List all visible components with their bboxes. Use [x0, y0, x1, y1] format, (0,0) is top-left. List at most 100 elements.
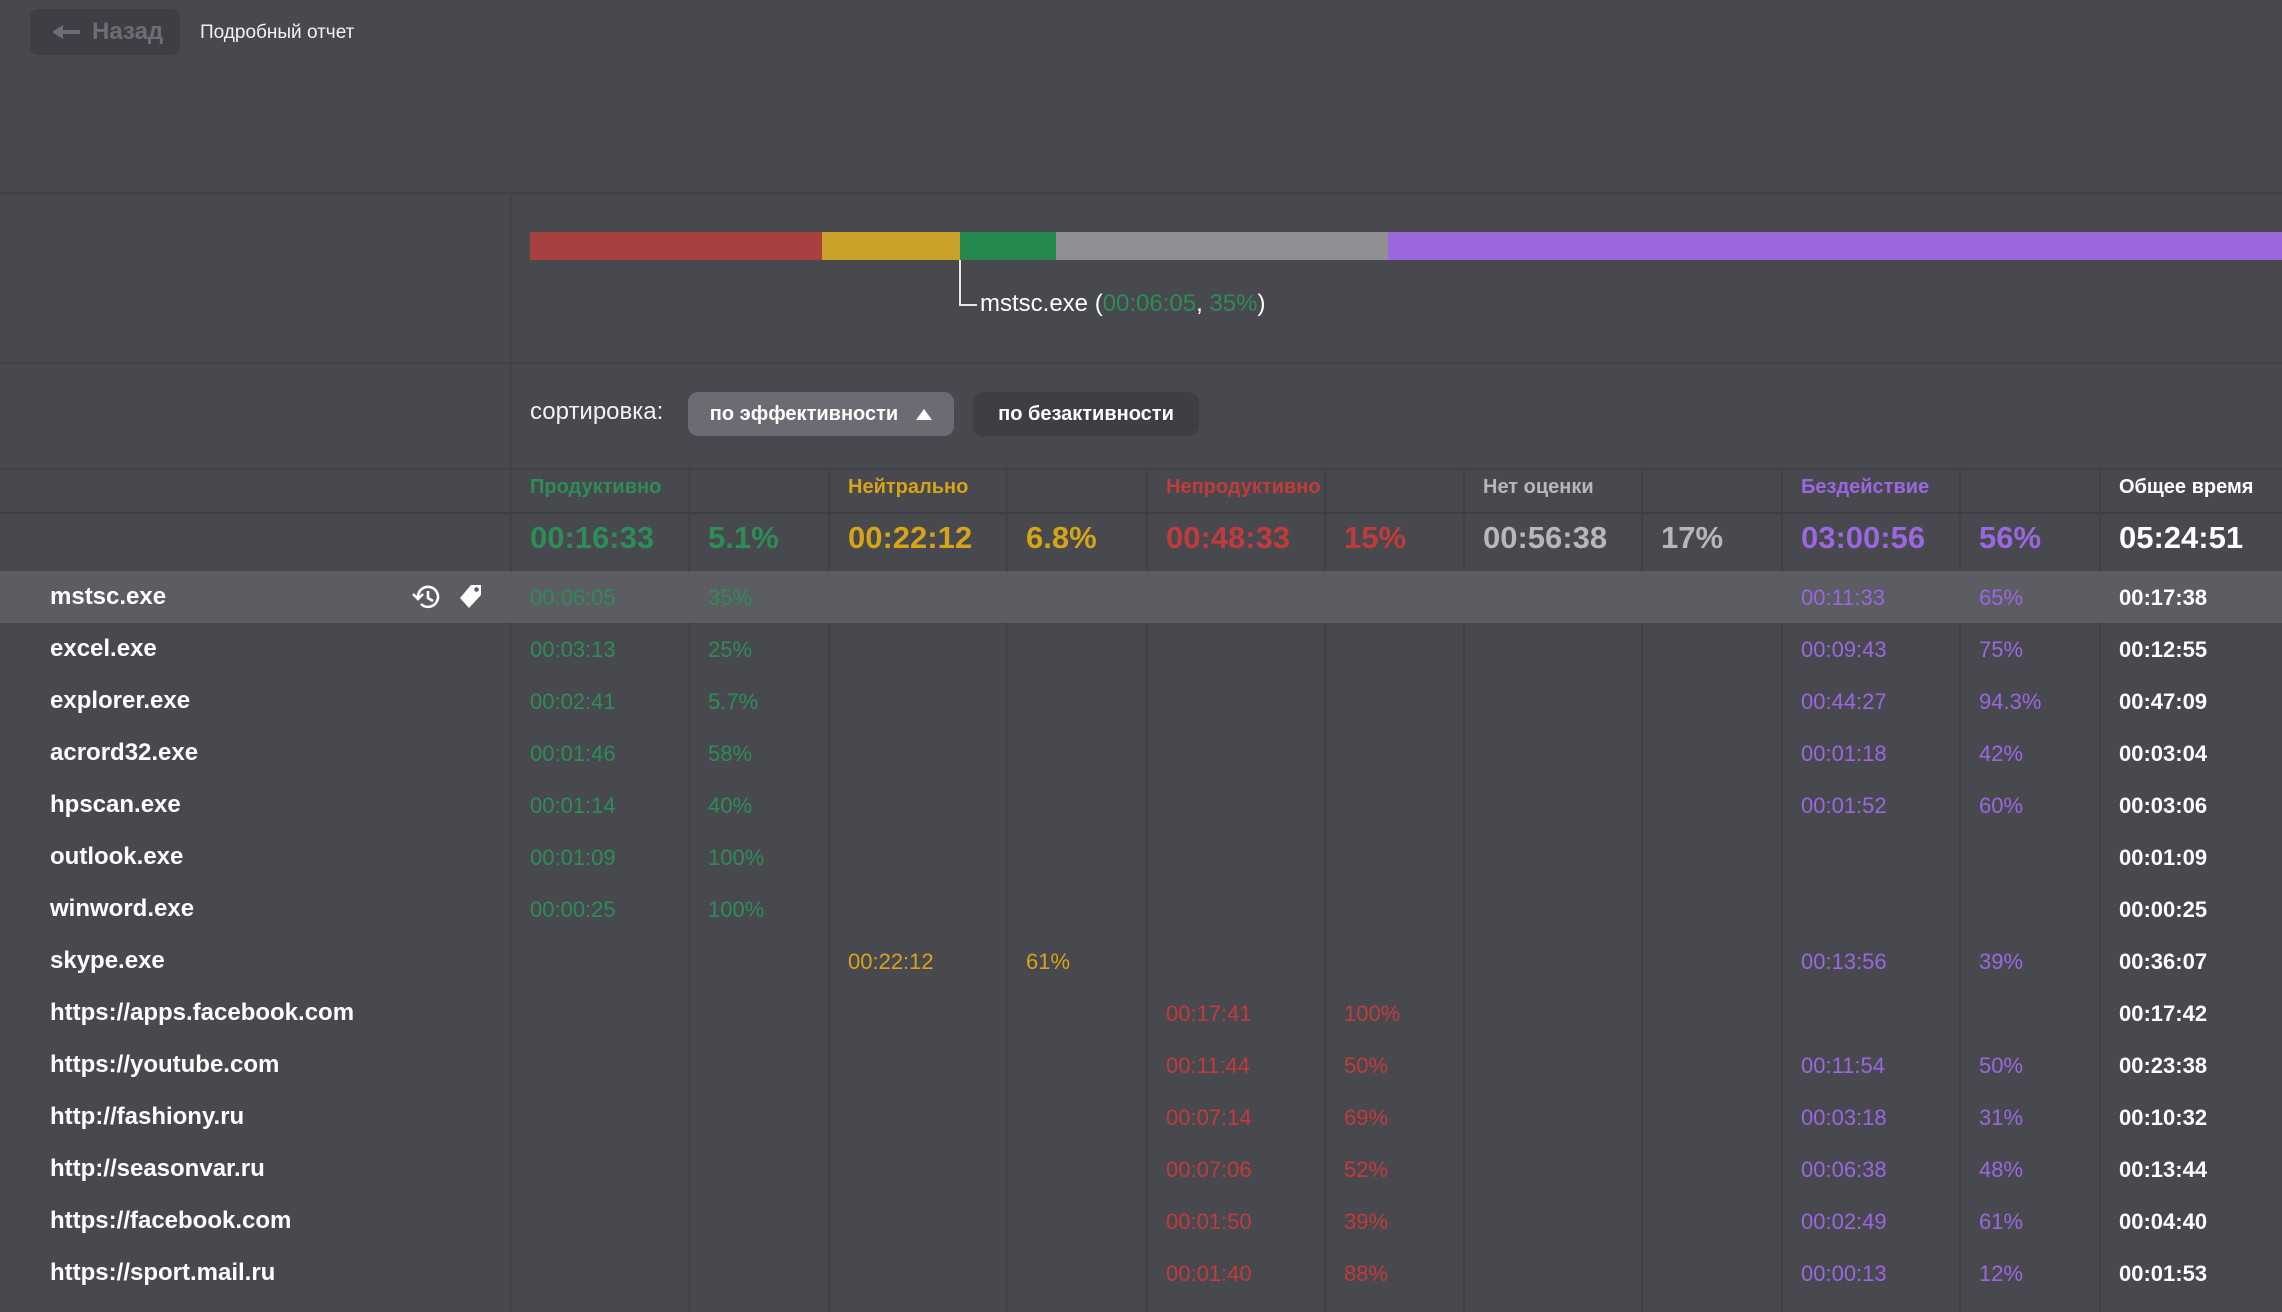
idle-time: 00:01:52 [1801, 793, 1887, 818]
app-name: https://youtube.com [50, 1051, 280, 1078]
row-total-time: 00:13:44 [2119, 1157, 2208, 1182]
table-row[interactable]: http://seasonvar.ru 00:07:06 52% 00:06:3… [0, 1143, 2282, 1195]
app-name: http://seasonvar.ru [50, 1155, 265, 1182]
idle-pct: 42% [1979, 741, 2024, 766]
bar-tooltip: mstsc.exe (00:06:05, 35%) [980, 290, 1266, 318]
back-button[interactable]: Назад [30, 9, 180, 55]
divider [0, 512, 2282, 514]
unproductive-pct: 39% [1344, 1209, 1389, 1234]
tooltip-pointer [959, 260, 961, 306]
table-row[interactable]: mstsc.exe 00:06:05 35% 00:11:33 65% 00:1… [0, 571, 2282, 623]
tooltip-app: mstsc.exe ( [980, 290, 1103, 317]
sort-by-inactivity-label: по безактивности [998, 402, 1174, 425]
app-name: excel.exe [50, 635, 157, 662]
neutral-pct: 61% [1026, 949, 1071, 974]
tooltip-close: ) [1257, 290, 1266, 317]
table-row[interactable]: https://apps.facebook.com 00:17:41 100% … [0, 987, 2282, 1039]
total-unrated-time: 00:56:38 [1483, 520, 1608, 555]
sort-by-inactivity-button[interactable]: по безактивности [973, 392, 1199, 436]
bar-segment-unproductive[interactable] [530, 232, 822, 260]
app-name: https://sport.mail.ru [50, 1259, 276, 1286]
idle-time: 00:03:18 [1801, 1105, 1887, 1130]
row-total-time: 00:10:32 [2119, 1105, 2208, 1130]
productive-pct: 40% [708, 793, 753, 818]
unproductive-pct: 69% [1344, 1105, 1389, 1130]
row-total-time: 00:03:04 [2119, 741, 2208, 766]
app-name: https://facebook.com [50, 1207, 292, 1234]
idle-time: 00:44:27 [1801, 689, 1887, 714]
idle-time: 00:13:56 [1801, 949, 1887, 974]
total-productive-time: 00:16:33 [530, 520, 655, 555]
table-row[interactable]: excel.exe 00:03:13 25% 00:09:43 75% 00:1… [0, 623, 2282, 675]
bar-segment-neutral[interactable] [822, 232, 960, 260]
idle-time: 00:11:33 [1801, 585, 1886, 610]
table-row[interactable]: explorer.exe 00:02:41 5.7% 00:44:27 94.3… [0, 675, 2282, 727]
column-header-productive[interactable]: Продуктивно [530, 476, 661, 499]
app-name: acrord32.exe [50, 739, 199, 766]
row-total-time: 00:01:09 [2119, 845, 2208, 870]
total-unrated-pct: 17% [1661, 520, 1724, 555]
history-icon[interactable] [410, 581, 444, 613]
idle-time: 00:01:18 [1801, 741, 1887, 766]
productive-pct: 35% [708, 585, 753, 610]
idle-time: 00:00:13 [1801, 1261, 1887, 1286]
idle-pct: 75% [1979, 637, 2024, 662]
app-name: https://apps.facebook.com [50, 999, 355, 1026]
idle-pct: 61% [1979, 1209, 2024, 1234]
row-total-time: 00:00:25 [2119, 897, 2208, 922]
table-row[interactable]: http://fashiony.ru 00:07:14 69% 00:03:18… [0, 1091, 2282, 1143]
total-neutral-time: 00:22:12 [848, 520, 973, 555]
productive-time: 00:03:13 [530, 637, 616, 662]
sort-by-efficiency-button[interactable]: по эффективности [688, 392, 954, 436]
row-total-time: 00:01:53 [2119, 1261, 2208, 1286]
sort-ascending-icon [916, 408, 933, 420]
sort-label: сортировка: [530, 398, 664, 425]
idle-pct: 31% [1979, 1105, 2024, 1130]
bar-segment-unrated[interactable] [1056, 232, 1388, 260]
table-row[interactable]: outlook.exe 00:01:09 100% 00:01:09 [0, 831, 2282, 883]
activity-timeline-bar [530, 232, 2282, 260]
column-header-idle[interactable]: Бездействие [1801, 476, 1929, 499]
divider [0, 192, 2282, 194]
total-neutral-pct: 6.8% [1026, 520, 1097, 555]
table-row[interactable]: https://sport.mail.ru 00:01:40 88% 00:00… [0, 1247, 2282, 1299]
arrow-left-icon [52, 22, 82, 42]
app-name: hpscan.exe [50, 791, 181, 818]
unproductive-pct: 100% [1344, 1001, 1401, 1026]
table-row[interactable]: skype.exe 00:22:12 61% 00:13:56 39% 00:3… [0, 935, 2282, 987]
idle-time: 00:06:38 [1801, 1157, 1887, 1182]
tooltip-pct: 35% [1209, 290, 1258, 317]
productive-pct: 100% [708, 845, 765, 870]
total-unproductive-time: 00:48:33 [1166, 520, 1291, 555]
row-actions [410, 581, 486, 613]
unproductive-time: 00:11:44 [1166, 1053, 1251, 1078]
tag-icon[interactable] [456, 581, 486, 611]
idle-pct: 12% [1979, 1261, 2024, 1286]
divider [0, 362, 2282, 364]
productive-time: 00:02:41 [530, 689, 616, 714]
unproductive-time: 00:07:14 [1166, 1105, 1252, 1130]
productive-time: 00:00:25 [530, 897, 616, 922]
productive-pct: 58% [708, 741, 753, 766]
column-header-unrated[interactable]: Нет оценки [1483, 476, 1594, 499]
row-total-time: 00:47:09 [2119, 689, 2208, 714]
column-header-neutral[interactable]: Нейтрально [848, 476, 968, 499]
table-row[interactable]: hpscan.exe 00:01:14 40% 00:01:52 60% 00:… [0, 779, 2282, 831]
neutral-time: 00:22:12 [848, 949, 934, 974]
table-row[interactable]: acrord32.exe 00:01:46 58% 00:01:18 42% 0… [0, 727, 2282, 779]
table-row[interactable]: winword.exe 00:00:25 100% 00:00:25 [0, 883, 2282, 935]
back-button-label: Назад [92, 18, 164, 45]
bar-segment-productive[interactable] [960, 232, 1056, 260]
column-header-total[interactable]: Общее время [2119, 476, 2253, 499]
table-row[interactable]: https://facebook.com 00:01:50 39% 00:02:… [0, 1195, 2282, 1247]
tooltip-pointer [959, 304, 977, 306]
idle-time: 00:11:54 [1801, 1053, 1886, 1078]
table-row[interactable]: https://youtube.com 00:11:44 50% 00:11:5… [0, 1039, 2282, 1091]
column-header-unproductive[interactable]: Непродуктивно [1166, 476, 1321, 499]
idle-time: 00:02:49 [1801, 1209, 1887, 1234]
productive-time: 00:01:09 [530, 845, 616, 870]
total-time: 05:24:51 [2119, 520, 2244, 555]
bar-segment-idle[interactable] [1388, 232, 2282, 260]
row-total-time: 00:23:38 [2119, 1053, 2208, 1078]
row-total-time: 00:12:55 [2119, 637, 2208, 662]
